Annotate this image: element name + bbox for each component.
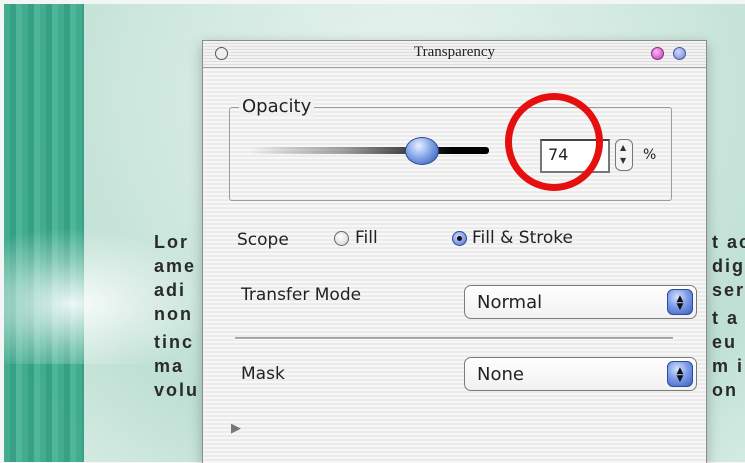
- stepper-down-icon[interactable]: ▼: [620, 157, 626, 165]
- doc-text-left-1: Lor: [154, 232, 189, 252]
- scope-fill-stroke-label[interactable]: Fill & Stroke: [472, 228, 573, 248]
- transparency-palette: Transparency Opacity 74 ▲ ▼ % Scope Fill…: [202, 40, 707, 463]
- doc-text-right-6: m i: [712, 356, 745, 376]
- red-annotation-circle: [505, 93, 603, 191]
- doc-text-right-7: on: [712, 380, 738, 400]
- collapse-button[interactable]: [673, 47, 686, 60]
- doc-text-left-3: adi: [154, 280, 187, 300]
- palette-options-icon[interactable]: [651, 47, 664, 60]
- doc-text-left-5: tinc: [154, 332, 195, 352]
- doc-text-left-6: ma: [154, 356, 185, 376]
- mask-popup[interactable]: None ▲ ▼: [464, 357, 697, 391]
- palette-title: Transparency: [413, 44, 496, 60]
- stepper-up-icon[interactable]: ▲: [620, 144, 626, 152]
- background-swirl-graphic: [4, 214, 234, 364]
- popup-arrows-icon: ▲ ▼: [667, 361, 693, 387]
- opacity-slider-thumb[interactable]: [404, 137, 439, 165]
- doc-text-right-5: eu: [712, 332, 738, 352]
- doc-text-right-3: ser: [712, 280, 745, 300]
- opacity-group-label: Opacity: [239, 96, 315, 117]
- doc-text-right-4: t a: [712, 308, 740, 328]
- opacity-stepper[interactable]: ▲ ▼: [615, 139, 633, 171]
- doc-text-right-2: dign: [712, 256, 745, 276]
- popup-arrows-icon: ▲ ▼: [667, 289, 693, 315]
- doc-text-left-2: ame: [154, 256, 197, 276]
- scope-label: Scope: [237, 230, 289, 250]
- section-divider: [235, 337, 673, 340]
- opacity-slider-track[interactable]: [249, 147, 489, 154]
- palette-titlebar[interactable]: Transparency: [203, 41, 706, 68]
- mask-label: Mask: [241, 364, 285, 384]
- doc-text-right-1: t ac: [712, 232, 745, 252]
- transfer-mode-popup[interactable]: Normal ▲ ▼: [464, 285, 697, 319]
- transfer-mode-value: Normal: [477, 292, 543, 313]
- scope-fill-label[interactable]: Fill: [355, 228, 378, 248]
- opacity-unit-label: %: [643, 147, 657, 163]
- mask-value: None: [477, 364, 524, 385]
- scope-fill-radio[interactable]: [334, 231, 349, 246]
- disclosure-triangle-icon[interactable]: ▶: [231, 421, 241, 436]
- doc-text-left-4: non: [154, 304, 193, 324]
- doc-text-left-7: volu: [154, 380, 200, 400]
- scope-fill-stroke-radio[interactable]: [452, 231, 467, 246]
- transfer-mode-label: Transfer Mode: [241, 285, 362, 305]
